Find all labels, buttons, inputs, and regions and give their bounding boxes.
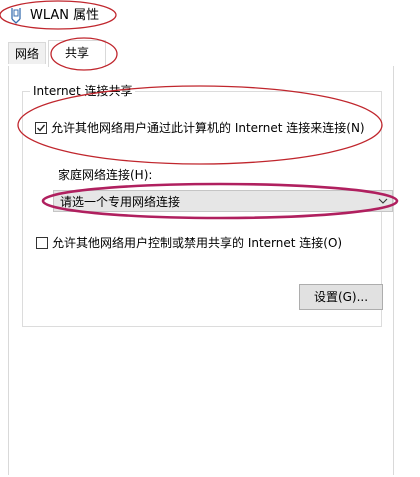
window-title: WLAN 属性 bbox=[30, 8, 100, 23]
tab-sharing[interactable]: 共享 bbox=[48, 40, 106, 67]
allow-control-option[interactable]: 允许其他网络用户控制或禁用共享的 Internet 连接(O) bbox=[36, 234, 342, 251]
settings-button[interactable]: 设置(G)... bbox=[299, 284, 383, 310]
allow-connect-checkbox[interactable] bbox=[35, 121, 47, 134]
allow-control-label: 允许其他网络用户控制或禁用共享的 Internet 连接(O) bbox=[52, 236, 343, 250]
allow-connect-label: 允许其他网络用户通过此计算机的 Internet 连接来连接(N) bbox=[51, 121, 365, 135]
group-title: Internet 连接共享 bbox=[30, 84, 136, 98]
title-bar[interactable]: WLAN 属性 bbox=[0, 0, 420, 32]
checkmark-icon bbox=[37, 124, 46, 132]
home-network-select-value: 请选一个专用网络连接 bbox=[60, 194, 181, 209]
allow-connect-option[interactable]: 允许其他网络用户通过此计算机的 Internet 连接来连接(N) bbox=[35, 119, 365, 136]
wlan-properties-window: WLAN 属性 网络 共享 Internet 连接共享 允许其他网络用户通过此计… bbox=[0, 0, 420, 477]
home-network-label: 家庭网络连接(H): bbox=[58, 168, 153, 182]
allow-control-checkbox[interactable] bbox=[36, 236, 48, 249]
chevron-down-icon bbox=[374, 191, 392, 211]
home-network-select[interactable]: 请选一个专用网络连接 bbox=[53, 190, 393, 212]
tab-network[interactable]: 网络 bbox=[8, 42, 46, 64]
network-adapter-icon bbox=[8, 7, 24, 25]
